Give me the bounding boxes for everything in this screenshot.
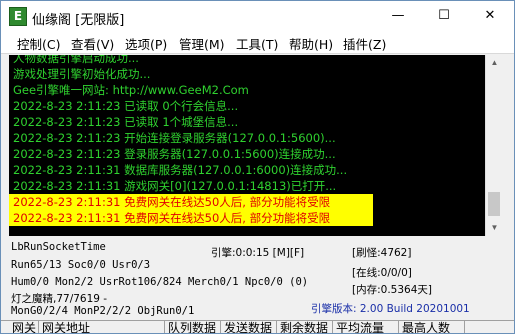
log-line: 2022-8-23 2:11:23 登录服务器(127.0.0.1:5600)连… <box>13 147 336 161</box>
menu-view[interactable]: 查看(V) <box>71 34 114 53</box>
window-title: 仙缘阁 [无限版] <box>32 13 125 28</box>
status-engine-time: 引擎:0:0:15 [M][F] <box>211 247 305 259</box>
app-icon: E <box>9 7 27 26</box>
log-line: 2022-8-23 2:11:31 免费网关在线达50人后, 部分功能将受限 <box>9 210 373 226</box>
log-line: 2022-8-23 2:11:23 开始连接登录服务器(127.0.0.1:56… <box>13 131 336 145</box>
log-line: 2022-8-23 2:11:31 游戏网关[0](127.0.0.1:1481… <box>13 179 337 193</box>
log-line: 人物数据引擎启动成功... <box>13 55 139 65</box>
menu-control[interactable]: 控制(C) <box>17 34 60 53</box>
scroll-down-icon[interactable]: ▼ <box>486 220 503 236</box>
log-line: 2022-8-23 2:11:23 已读取 0个行会信息... <box>13 99 239 113</box>
gateway-table-header: 网关 网关地址 队列数据 发送数据 剩余数据 平均流量 最高人数 <box>1 320 514 333</box>
status-brush-count: [刷怪:4762] <box>352 247 412 259</box>
log-scrollbar[interactable]: ▲ ▼ <box>485 55 503 236</box>
column-average-traffic[interactable]: 平均流量 <box>333 321 399 333</box>
engine-version: 引擎版本: 2.00 Build 20201001 <box>311 303 470 315</box>
log-line: Gee引擎唯一网站: http://www.GeeM2.Com <box>13 83 249 97</box>
status-socket: LbRunSocketTime <box>11 241 106 253</box>
log-line: 2022-8-23 2:11:31 免费网关在线达50人后, 部分功能将受限 <box>9 194 373 210</box>
status-hum: Hum0/0 Mon2/2 UsrRot106/824 Merch0/1 Npc… <box>11 276 309 288</box>
log-line: 2022-8-23 2:11:31 数据库服务器(127.0.0.1:6000)… <box>13 163 348 177</box>
column-max-users[interactable]: 最高人数 <box>399 321 465 333</box>
menu-manage[interactable]: 管理(M) <box>179 34 225 53</box>
column-gateway-address[interactable]: 网关地址 <box>39 321 165 333</box>
log-console[interactable]: 人物数据引擎启动成功... 游戏处理引擎初始化成功... Gee引擎唯一网站: ht… <box>9 55 485 236</box>
status-run: Run65/13 Soc0/0 Usr0/3 <box>11 259 151 271</box>
scroll-thumb[interactable] <box>488 192 500 216</box>
status-memory: [内存:0.5364天] <box>352 284 432 296</box>
menu-plugins[interactable]: 插件(Z) <box>343 34 386 53</box>
menu-bar: 控制(C) 查看(V) 选项(P) 管理(M) 工具(T) 帮助(H) 插件(Z… <box>1 31 514 54</box>
title-bar[interactable]: E 仙缘阁 [无限版] — ☐ ✕ <box>1 1 514 31</box>
status-map: 灯之魔精,77/7619 - <box>11 293 108 305</box>
column-gateway[interactable]: 网关 <box>9 321 39 333</box>
menu-help[interactable]: 帮助(H) <box>289 34 333 53</box>
status-panel: LbRunSocketTime 引擎:0:0:15 [M][F] [刷怪:476… <box>9 239 509 319</box>
menu-options[interactable]: 选项(P) <box>125 34 167 53</box>
status-online: [在线:0/0/0] <box>352 267 412 279</box>
column-queue-data[interactable]: 队列数据 <box>165 321 221 333</box>
log-line: 游戏处理引擎初始化成功... <box>13 67 151 81</box>
server-window: E 仙缘阁 [无限版] — ☐ ✕ 控制(C) 查看(V) 选项(P) 管理(M… <box>0 0 515 334</box>
log-line: 2022-8-23 2:11:23 已读取 1个城堡信息... <box>13 115 239 129</box>
status-mongo: MonG0/2/4 MonP2/2/2 ObjRun0/1 <box>11 305 195 317</box>
close-button[interactable]: ✕ <box>467 1 513 31</box>
menu-tools[interactable]: 工具(T) <box>236 34 278 53</box>
column-remaining-data[interactable]: 剩余数据 <box>277 321 333 333</box>
minimize-button[interactable]: — <box>375 1 421 31</box>
maximize-button[interactable]: ☐ <box>421 1 467 31</box>
scroll-up-icon[interactable]: ▲ <box>486 55 503 71</box>
column-send-data[interactable]: 发送数据 <box>221 321 277 333</box>
